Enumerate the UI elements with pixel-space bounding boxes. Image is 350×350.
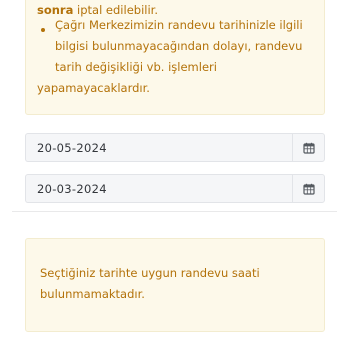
calendar-icon <box>302 142 315 154</box>
date-field-2 <box>25 174 325 203</box>
date-picker-button-1[interactable] <box>292 133 325 162</box>
date-picker-button-2[interactable] <box>292 174 325 203</box>
bullet-dot-icon <box>41 28 45 32</box>
call-center-info-text: Çağrı Merkezimizin randevu tarihinizle i… <box>55 18 303 74</box>
section-divider <box>12 211 337 212</box>
date-input-2[interactable] <box>25 174 292 203</box>
date-field-1 <box>25 133 325 162</box>
calendar-icon <box>302 183 315 195</box>
appointment-page: sonra iptal edilebilir. Çağrı Merkezimiz… <box>0 0 350 350</box>
no-slot-notice-text: Seçtiğiniz tarihte uygun randevu saati b… <box>40 266 260 301</box>
date-input-1[interactable] <box>25 133 292 162</box>
call-center-info-text-end: yapamayacaklardır. <box>37 81 150 95</box>
